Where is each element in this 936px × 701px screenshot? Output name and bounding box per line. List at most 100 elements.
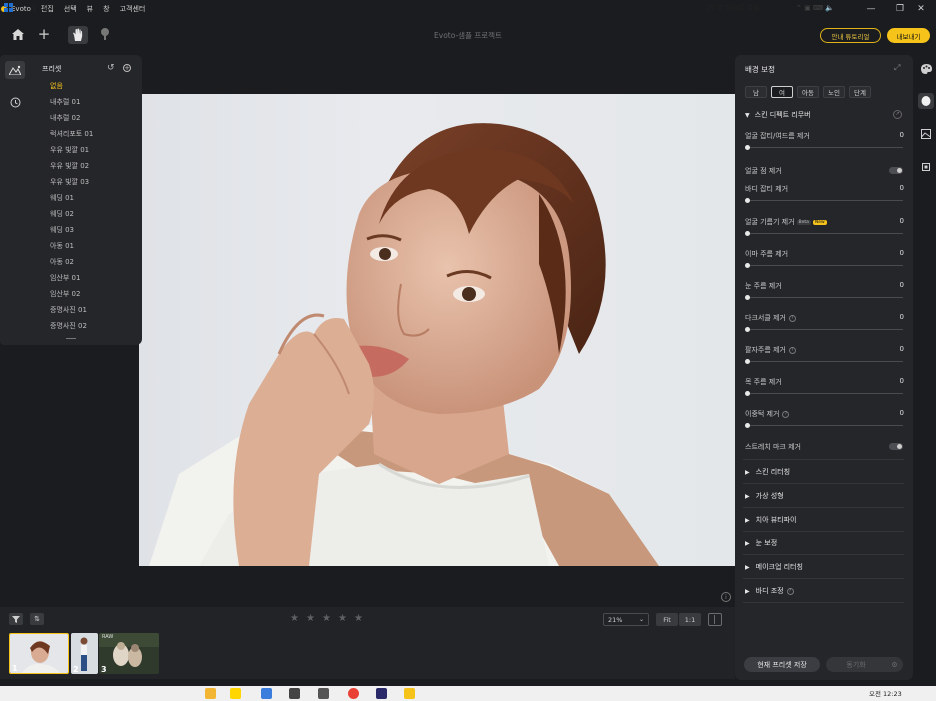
compare-view-icon[interactable] [708,613,722,626]
help-icon[interactable]: ? [788,346,796,354]
collapsed-section[interactable]: ▶ 가상 성형 [745,491,784,501]
menu-select[interactable]: 선택 [64,4,77,14]
preset-item[interactable]: 럭셔리포토 01 [50,129,93,139]
preset-item[interactable]: 우유 빛깔 03 [50,177,89,187]
star-icon[interactable]: ★ [354,613,363,624]
chrome-icon[interactable] [348,688,359,699]
slider-handle[interactable] [745,327,750,332]
slider-track[interactable] [745,147,903,148]
help-icon[interactable]: ? [786,587,794,595]
help-icon[interactable]: ? [782,410,790,418]
section-link-icon[interactable]: ↗ [893,110,902,119]
preset-item[interactable]: 임산부 01 [50,273,80,283]
slider-track[interactable] [745,425,903,426]
star-icon[interactable]: ★ [322,613,331,624]
segment-tab[interactable]: 단계 [849,86,871,98]
star-icon[interactable]: ★ [306,613,315,624]
slider-track[interactable] [745,297,903,298]
preset-item[interactable]: 증명사진 01 [50,305,87,315]
info-icon[interactable]: i [721,592,731,602]
clock[interactable]: 오전 12:23 [869,686,902,699]
slider-handle[interactable] [745,145,750,150]
preset-item[interactable]: 없음 [50,81,63,91]
preset-item[interactable]: 웨딩 03 [50,225,74,235]
edited-photo[interactable] [139,94,735,566]
export-button[interactable]: 내보내기 [887,28,930,43]
file-explorer-icon[interactable] [205,688,216,699]
one-to-one-button[interactable]: 1:1 [679,613,701,626]
slider-track[interactable] [745,233,903,234]
filter-icon[interactable] [9,613,23,625]
slider-handle[interactable] [745,423,750,428]
collapsed-section[interactable]: ▶ 바디 조정? [745,586,794,596]
sync-settings-icon[interactable]: ⚙ [886,657,903,672]
reset-icon[interactable]: ↺ [107,63,115,73]
tutorial-button[interactable]: 안내 튜토리얼 [820,28,881,43]
slider-handle[interactable] [745,198,750,203]
preset-item[interactable]: 내추럴 02 [50,113,80,123]
slider-handle[interactable] [745,231,750,236]
history-icon[interactable] [5,93,25,111]
section-header-skin-defect[interactable]: ▼ 스킨 디펙트 리무버 [745,110,811,120]
add-preset-icon[interactable]: + [123,64,131,72]
fit-button[interactable]: Fit [656,613,678,626]
star-icon[interactable]: ★ [290,613,299,624]
palette-icon[interactable] [918,61,934,77]
minimize-button[interactable]: — [856,0,886,18]
thumbnail-2[interactable]: 2 [71,633,98,674]
evoto-taskbar-icon[interactable] [404,688,415,699]
segment-tab[interactable]: 아동 [797,86,819,98]
collapsed-section[interactable]: ▶ 치아 뷰티파이 [745,515,797,525]
segment-tab[interactable]: 남 [745,86,767,98]
slider-handle[interactable] [745,295,750,300]
menu-window[interactable]: 창 [103,4,109,14]
collapsed-section[interactable]: ▶ 눈 보정 [745,538,777,548]
preset-tool-icon[interactable] [5,61,25,79]
expand-icon[interactable]: ⤢ [894,63,900,73]
preset-item[interactable]: 우유 빛깔 01 [50,145,89,155]
app-icon[interactable] [318,688,329,699]
toggle-switch[interactable] [889,167,903,174]
app-icon[interactable] [261,688,272,699]
menu-view[interactable]: 뷰 [87,4,93,14]
face-retouch-icon[interactable] [918,93,934,109]
sync-button[interactable]: 동기화 [826,657,886,672]
collapsed-section[interactable]: ▶ 메이크업 리터칭 [745,562,803,572]
preset-scroll-indicator[interactable] [66,338,76,339]
sort-icon[interactable]: ⇅ [30,613,44,625]
start-button[interactable] [4,1,13,14]
segment-tab[interactable]: 여 [771,86,793,98]
slider-track[interactable] [745,361,903,362]
slider-handle[interactable] [745,391,750,396]
preset-item[interactable]: 내추럴 01 [50,97,80,107]
help-icon[interactable]: ? [788,314,796,322]
star-icon[interactable]: ★ [338,613,347,624]
menu-support[interactable]: 고객센터 [120,4,146,14]
slider-track[interactable] [745,200,903,201]
save-preset-button[interactable]: 현재 프리셋 저장 [744,657,820,672]
slider-track[interactable] [745,329,903,330]
background-icon[interactable] [918,126,934,142]
slider-handle[interactable] [745,263,750,268]
toggle-switch[interactable] [889,443,903,450]
app-icon[interactable] [376,688,387,699]
preset-item[interactable]: 웨딩 02 [50,209,74,219]
thumbnail-3[interactable]: RAW 3 [99,633,159,674]
close-button[interactable]: ✕ [906,0,936,18]
taskbar-search[interactable]: ⚲ 찾기 [32,1,55,14]
crop-icon[interactable] [918,159,934,175]
slider-track[interactable] [745,265,903,266]
preset-item[interactable]: 증명사진 02 [50,321,87,331]
preset-item[interactable]: 웨딩 01 [50,193,74,203]
app-icon[interactable] [289,688,300,699]
tray-icons[interactable]: ⌃ ▣ ⌨ 🔈 [796,1,834,14]
slider-handle[interactable] [745,359,750,364]
preset-item[interactable]: 아동 02 [50,257,74,267]
preset-item[interactable]: 임산부 02 [50,289,80,299]
slider-track[interactable] [745,393,903,394]
segment-tab[interactable]: 노인 [823,86,845,98]
collapsed-section[interactable]: ▶ 스킨 리터칭 [745,467,790,477]
thumbnail-1[interactable]: 1 [9,633,69,674]
zoom-select[interactable]: 21% ⌄ [603,613,649,626]
kakaotalk-icon[interactable] [230,688,241,699]
